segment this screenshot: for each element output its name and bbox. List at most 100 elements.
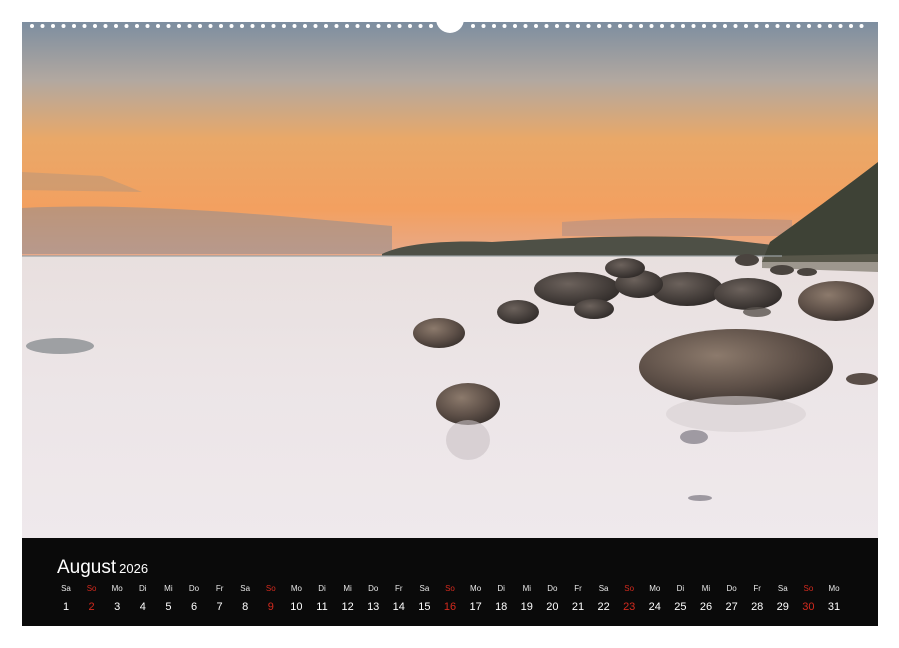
binding-hole	[135, 24, 139, 28]
binding-hole	[166, 24, 171, 28]
day-number: 6	[190, 601, 198, 613]
day-number: 15	[418, 601, 431, 613]
day-number: 18	[495, 601, 508, 613]
day-cell: So 23	[616, 583, 642, 615]
binding-hole	[660, 24, 664, 28]
day-number: 7	[216, 601, 223, 613]
day-number: 26	[699, 601, 713, 613]
weekday-label: Di	[139, 584, 147, 593]
day-number: 30	[802, 601, 815, 613]
binding-hole	[282, 24, 286, 28]
binding-hole	[786, 24, 790, 28]
binding-hole	[229, 24, 234, 28]
day-cell: Fr 7	[207, 583, 233, 615]
binding-hole	[670, 24, 675, 28]
day-number: 1	[62, 601, 70, 613]
day-number: 10	[290, 601, 303, 613]
weekday-label: Fr	[753, 584, 761, 593]
coastal-sunset-rocks-photo	[22, 22, 878, 538]
binding-hole	[345, 24, 349, 28]
day-number: 11	[316, 601, 328, 613]
day-number: 5	[165, 601, 172, 613]
day-cell: Sa 15	[411, 583, 437, 615]
binding-hole	[271, 24, 276, 28]
binding-hole	[807, 24, 811, 28]
binding-hole	[597, 24, 601, 28]
weekday-label: Fr	[395, 584, 403, 593]
day-cell: Mi 5	[155, 583, 181, 615]
binding-hole	[387, 24, 391, 28]
day-number: 4	[139, 601, 146, 613]
weekday-label: Sa	[61, 584, 71, 593]
binding-hole	[702, 24, 706, 28]
weekday-label: Do	[726, 584, 737, 593]
binding-hole	[765, 24, 769, 28]
binding-hole	[544, 24, 549, 28]
day-cell: Mo 3	[104, 583, 130, 615]
day-cell: Di 18	[488, 583, 514, 615]
weekday-label: Di	[318, 584, 326, 593]
day-number: 22	[597, 601, 610, 613]
binding-hole	[481, 24, 486, 28]
day-grid: Sa 1 So 2 Mo 3 Di 4 Mi 5 Do 6 Fr 7 Sa 8 So 9 Mo 10 Di 11 Mi 12 D…	[53, 583, 861, 619]
day-cell: Do 13	[360, 583, 386, 615]
month-heading: August 2026	[57, 557, 148, 579]
day-number: 23	[623, 601, 636, 613]
binding-hole	[145, 24, 150, 28]
day-cell: Fr 21	[565, 583, 591, 615]
weekday-label: Fr	[215, 584, 224, 593]
day-cell: Mo 24	[642, 583, 668, 615]
binding-hole	[156, 24, 160, 28]
month-name: August	[57, 557, 117, 578]
day-number: 29	[776, 601, 789, 613]
day-number: 8	[242, 601, 249, 613]
binding-hole	[565, 24, 570, 28]
binding-hole	[219, 24, 223, 28]
day-number: 21	[571, 601, 585, 613]
binding-hole	[712, 24, 717, 28]
day-cell: Do 20	[539, 583, 565, 615]
day-number: 13	[367, 601, 380, 613]
day-number: 20	[546, 601, 559, 613]
day-number: 12	[341, 601, 354, 613]
binding-hole	[754, 24, 759, 28]
day-cell: Di 4	[130, 583, 156, 615]
weekday-label: Mi	[343, 584, 352, 593]
weekday-label: Do	[547, 584, 558, 593]
weekday-label: Mi	[164, 584, 173, 593]
day-cell: Mo 10	[283, 583, 309, 615]
binding-hole	[681, 24, 685, 28]
binding-hole	[324, 24, 328, 28]
binding-hole	[859, 24, 864, 28]
weekday-label: Do	[368, 584, 379, 593]
day-number: 9	[267, 601, 274, 613]
day-number: 16	[443, 601, 457, 613]
day-cell: So 9	[258, 583, 284, 615]
day-number: 3	[114, 601, 121, 613]
binding-hole	[376, 24, 381, 28]
day-cell: Sa 29	[770, 583, 796, 615]
binding-hole	[775, 24, 780, 28]
binding-hole	[838, 24, 843, 28]
weekday-label: Mi	[522, 584, 532, 593]
binding-hole	[471, 24, 475, 28]
binding-hole	[523, 24, 528, 28]
binding-hole	[555, 24, 559, 28]
day-cell: Sa 8	[232, 583, 258, 615]
weekday-label: Di	[497, 584, 505, 593]
binding-hole	[250, 24, 255, 28]
day-number: 28	[751, 601, 764, 613]
calendar-page: August 2026 Sa 1 So 2 Mo 3 Di 4 Mi 5 Do 6 Fr 7 Sa 8 So 9 Mo…	[0, 0, 899, 648]
day-cell: Mo 17	[463, 583, 489, 615]
day-number: 19	[520, 601, 533, 613]
binding-hole	[187, 24, 192, 28]
weekday-label: Sa	[598, 584, 609, 593]
day-cell: Di 11	[309, 583, 335, 615]
day-cell: Mi 12	[335, 583, 361, 615]
binding-hole	[534, 24, 538, 28]
day-cell: Fr 28	[744, 583, 770, 615]
binding-hole	[502, 24, 507, 28]
weekday-label: So	[265, 584, 276, 593]
month-year: 2026	[119, 561, 149, 576]
binding-hole	[828, 24, 832, 28]
